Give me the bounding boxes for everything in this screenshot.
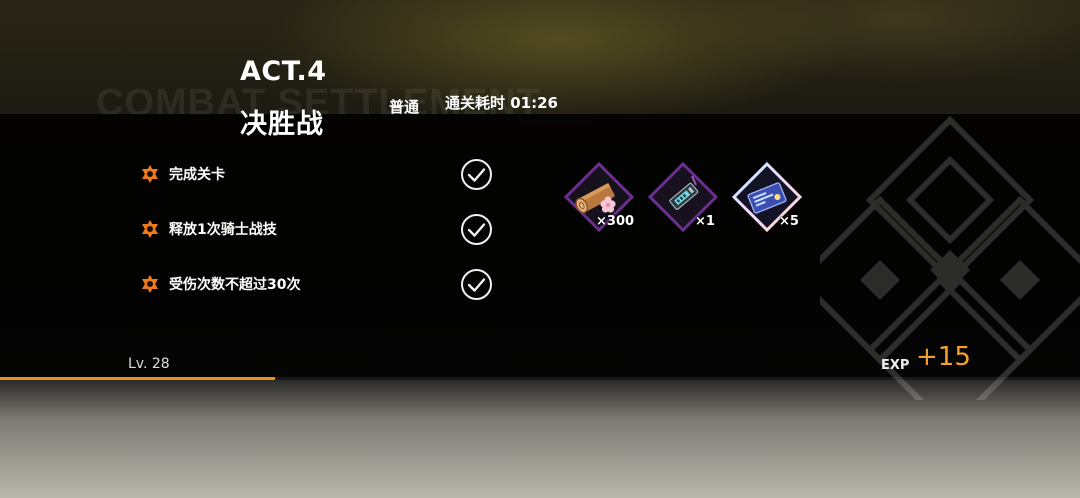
exp-progress-bar — [0, 377, 1080, 380]
objective-item: 释放1次骑士战技 — [140, 218, 277, 240]
objective-item: 受伤次数不超过30次 — [140, 273, 300, 295]
reward-quantity: ×300 — [596, 214, 635, 229]
hexagram-star-icon — [142, 220, 158, 238]
checkmark-icon — [461, 269, 492, 300]
exp-label: EXP — [881, 358, 910, 373]
stage-name: 决胜战 — [240, 109, 324, 140]
hexagram-star-icon — [142, 165, 158, 183]
objective-item: 完成关卡 — [140, 163, 225, 185]
reward-item-blueprint[interactable]: ×5 — [732, 162, 802, 232]
clear-time: 通关耗时 01:26 — [445, 94, 558, 112]
hexagram-star-icon — [142, 275, 158, 293]
exp-gain: +15 — [916, 342, 971, 372]
objective-label: 完成关卡 — [169, 167, 225, 183]
reward-quantity: ×1 — [695, 214, 715, 229]
reward-quantity: ×5 — [779, 214, 799, 229]
objective-label: 释放1次骑士战技 — [169, 222, 277, 238]
act-number: ACT.4 — [240, 56, 327, 87]
difficulty-label: 普通 — [389, 98, 420, 116]
reward-item-chip[interactable]: ×1 — [648, 162, 718, 232]
objective-label: 受伤次数不超过30次 — [169, 277, 301, 293]
reward-item-wood[interactable]: ×300 — [564, 162, 634, 232]
checkmark-icon — [461, 214, 492, 245]
exp-progress-fill — [0, 377, 276, 380]
checkmark-icon — [461, 159, 492, 190]
player-level: Lv. 28 — [128, 356, 170, 372]
